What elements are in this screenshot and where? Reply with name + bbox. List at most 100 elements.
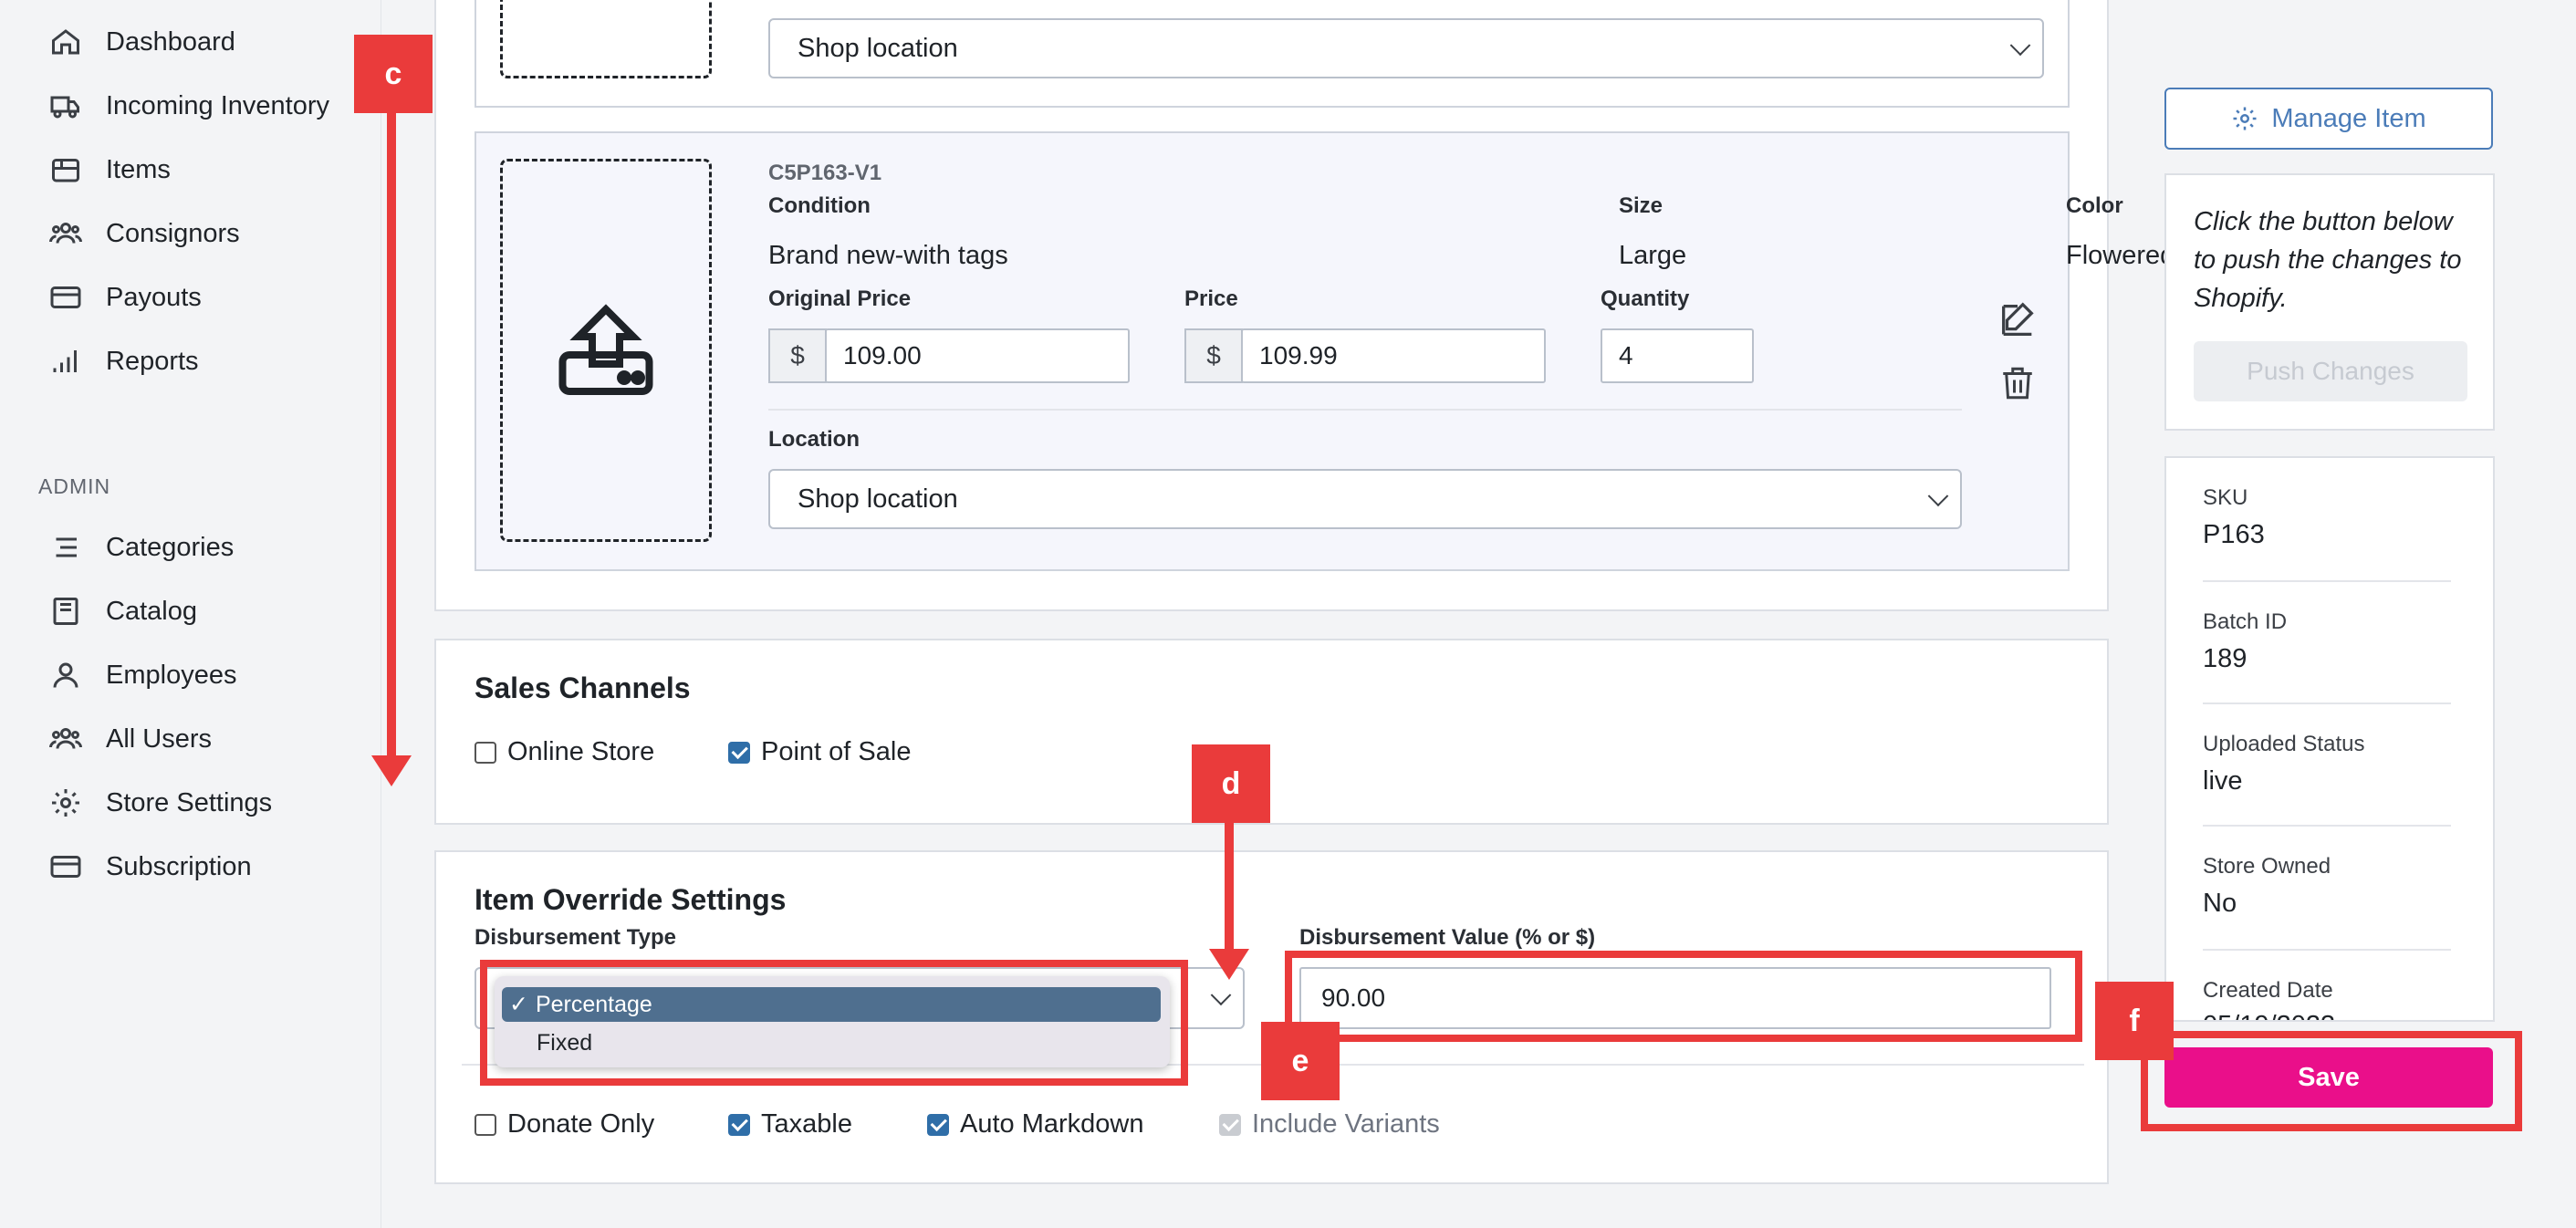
admin-section-label: ADMIN — [38, 474, 111, 498]
sidebar-item-items[interactable]: Items — [49, 144, 171, 195]
manage-item-button[interactable]: Manage Item — [2164, 88, 2493, 150]
sidebar-item-all-users[interactable]: All Users — [49, 713, 212, 765]
checkbox-label: Online Store — [507, 737, 655, 766]
checkbox-label: Auto Markdown — [960, 1109, 1144, 1139]
edit-icon[interactable] — [1997, 299, 2039, 341]
quantity-label: Quantity — [1601, 286, 1690, 311]
sidebar-item-employees[interactable]: Employees — [49, 650, 236, 701]
original-price-label: Original Price — [768, 286, 912, 311]
checkbox-box[interactable] — [728, 1113, 750, 1136]
trash-icon[interactable] — [1998, 363, 2037, 403]
sidebar-item-label: Dashboard — [106, 26, 235, 57]
annotation-tag-e: e — [1261, 1022, 1340, 1100]
chevron-down-icon — [2009, 35, 2031, 57]
push-changes-button[interactable]: Push Changes — [2194, 341, 2467, 401]
image-upload-dropzone[interactable] — [500, 0, 712, 78]
online-store-checkbox[interactable]: Online Store — [475, 737, 654, 767]
push-changes-panel: Click the button below to push the chang… — [2164, 173, 2495, 431]
meta-divider — [2203, 580, 2451, 582]
meta-divider — [2203, 949, 2451, 951]
annotation-arrow-d — [1225, 823, 1234, 952]
location-select[interactable]: Shop location — [768, 469, 1962, 529]
annotation-box-d — [480, 960, 1188, 1086]
chevron-down-icon — [1927, 485, 1949, 507]
condition-value: Brand new-with tags — [768, 241, 1008, 270]
variant-row: C5P163-V1 Condition Brand new-with tags … — [475, 131, 2174, 571]
location-select[interactable]: Shop location — [768, 18, 2044, 78]
sales-channels-card: Sales Channels Online Store Point of Sal… — [434, 639, 2109, 825]
sidebar-item-dashboard[interactable]: Dashboard — [49, 16, 235, 68]
meta-value: 05/19/2023 — [2203, 1011, 2335, 1020]
box-icon — [52, 159, 79, 182]
sales-channels-title: Sales Channels — [475, 671, 691, 704]
variants-card: Shop location C5P163-V1 Condition Brand … — [434, 0, 2174, 611]
push-changes-text: Click the button below to push the chang… — [2194, 207, 2462, 313]
currency-prefix: $ — [1184, 328, 1243, 383]
meta-label: SKU — [2203, 485, 2248, 510]
checkbox-box[interactable] — [927, 1113, 949, 1136]
sidebar-item-label: Employees — [106, 660, 237, 690]
variant-divider — [768, 409, 1962, 411]
annotation-arrow-c — [387, 113, 396, 757]
truck-icon — [50, 96, 79, 119]
taxable-checkbox[interactable]: Taxable — [728, 1109, 852, 1140]
price-input[interactable]: 109.99 — [1241, 328, 1546, 383]
list-icon — [56, 537, 77, 557]
meta-value: No — [2203, 889, 2237, 918]
sidebar-item-consignors[interactable]: Consignors — [49, 208, 240, 259]
sidebar-item-label: All Users — [106, 723, 213, 754]
variant-code: C5P163-V1 — [768, 161, 882, 185]
sidebar-item-incoming-inventory[interactable]: Incoming Inventory — [49, 80, 329, 131]
size-label: Size — [1619, 193, 1663, 218]
annotation-tag-d: d — [1192, 744, 1270, 823]
disbursement-value-label: Disbursement Value (% or $) — [1299, 925, 1596, 950]
donate-only-checkbox[interactable]: Donate Only — [475, 1109, 654, 1140]
sidebar-item-label: Store Settings — [106, 787, 273, 817]
sidebar-item-categories[interactable]: Categories — [49, 522, 234, 573]
color-label: Color — [2066, 193, 2123, 218]
upload-icon — [558, 304, 653, 395]
sidebar-item-store-settings[interactable]: Store Settings — [49, 777, 272, 828]
meta-divider — [2203, 702, 2451, 704]
meta-label: Batch ID — [2203, 609, 2288, 634]
item-meta-panel: SKU P163 Batch ID 189 Uploaded Status li… — [2164, 456, 2495, 1022]
sidebar-item-label: Consignors — [106, 218, 240, 248]
annotation-arrowhead-c — [371, 755, 412, 786]
sidebar-item-label: Payouts — [106, 282, 202, 312]
sidebar-item-label: Incoming Inventory — [106, 90, 330, 120]
sidebar-item-subscription[interactable]: Subscription — [49, 841, 252, 892]
book-icon — [53, 598, 78, 625]
auto-markdown-checkbox[interactable]: Auto Markdown — [927, 1109, 1144, 1140]
condition-label: Condition — [768, 193, 871, 218]
credit-card-icon — [50, 856, 81, 878]
sidebar-item-label: Reports — [106, 346, 199, 376]
sidebar-item-payouts[interactable]: Payouts — [49, 272, 202, 323]
manage-item-label: Manage Item — [2271, 103, 2426, 133]
checkbox-box[interactable] — [475, 741, 496, 764]
users-icon — [49, 728, 82, 749]
sidebar-item-reports[interactable]: Reports — [49, 336, 199, 387]
sidebar-item-catalog[interactable]: Catalog — [49, 586, 197, 637]
size-value: Large — [1619, 241, 1687, 270]
sidebar-item-label: Subscription — [106, 851, 252, 881]
checkbox-box[interactable] — [475, 1113, 496, 1136]
users-icon — [49, 223, 82, 244]
meta-value: P163 — [2203, 520, 2265, 549]
meta-label: Created Date — [2203, 978, 2333, 1003]
meta-divider — [2203, 825, 2451, 827]
location-label: Location — [768, 427, 860, 452]
checkbox-label: Taxable — [761, 1109, 852, 1139]
checkbox-box[interactable] — [728, 741, 750, 764]
currency-prefix: $ — [768, 328, 827, 383]
image-upload-dropzone[interactable] — [500, 159, 712, 542]
sidebar-item-label: Catalog — [106, 596, 197, 626]
location-select-value: Shop location — [798, 33, 958, 63]
quantity-input[interactable]: 4 — [1601, 328, 1754, 383]
price-label: Price — [1184, 286, 1238, 311]
meta-value: 189 — [2203, 644, 2247, 673]
checkbox-label: Point of Sale — [761, 737, 912, 766]
bar-chart-icon — [53, 350, 77, 372]
original-price-input[interactable]: 109.00 — [825, 328, 1130, 383]
point-of-sale-checkbox[interactable]: Point of Sale — [728, 737, 911, 767]
gear-icon — [52, 789, 79, 817]
